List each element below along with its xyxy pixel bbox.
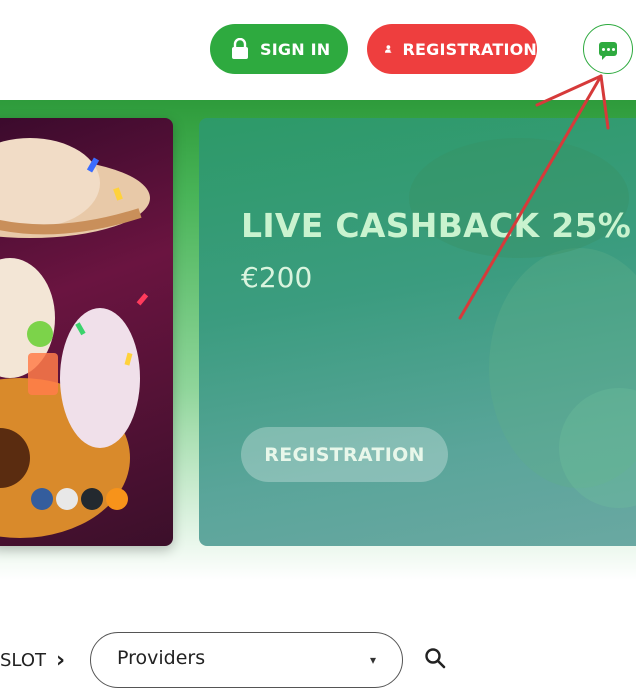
user-plus-icon bbox=[385, 45, 393, 53]
promo-card-cashback[interactable]: LIVE CASHBACK 25% €200 REGISTRATION bbox=[199, 118, 636, 546]
registration-label: REGISTRATION bbox=[402, 39, 537, 59]
lock-icon bbox=[232, 38, 248, 59]
sign-in-label: SIGN IN bbox=[260, 39, 331, 59]
category-label: SLOT bbox=[0, 650, 46, 671]
promo-card-game[interactable] bbox=[0, 118, 173, 546]
chat-icon bbox=[599, 42, 617, 60]
chevron-down-icon: ▾ bbox=[369, 653, 376, 667]
promo-title: LIVE CASHBACK 25% bbox=[241, 206, 632, 245]
providers-label: Providers bbox=[117, 647, 206, 669]
promo-registration-button[interactable]: REGISTRATION bbox=[241, 427, 448, 482]
chat-button[interactable] bbox=[583, 24, 633, 74]
game-artwork bbox=[0, 138, 150, 538]
promo-amount: €200 bbox=[241, 261, 313, 294]
chevron-right-icon: › bbox=[55, 648, 66, 673]
providers-select[interactable]: Providers ▾ bbox=[90, 632, 403, 688]
search-icon[interactable] bbox=[424, 647, 446, 669]
category-breadcrumb[interactable]: SLOT › bbox=[0, 648, 65, 673]
sign-in-button[interactable]: SIGN IN bbox=[210, 24, 348, 74]
registration-button[interactable]: REGISTRATION bbox=[367, 24, 537, 74]
header: SIGN IN REGISTRATION bbox=[0, 0, 636, 100]
